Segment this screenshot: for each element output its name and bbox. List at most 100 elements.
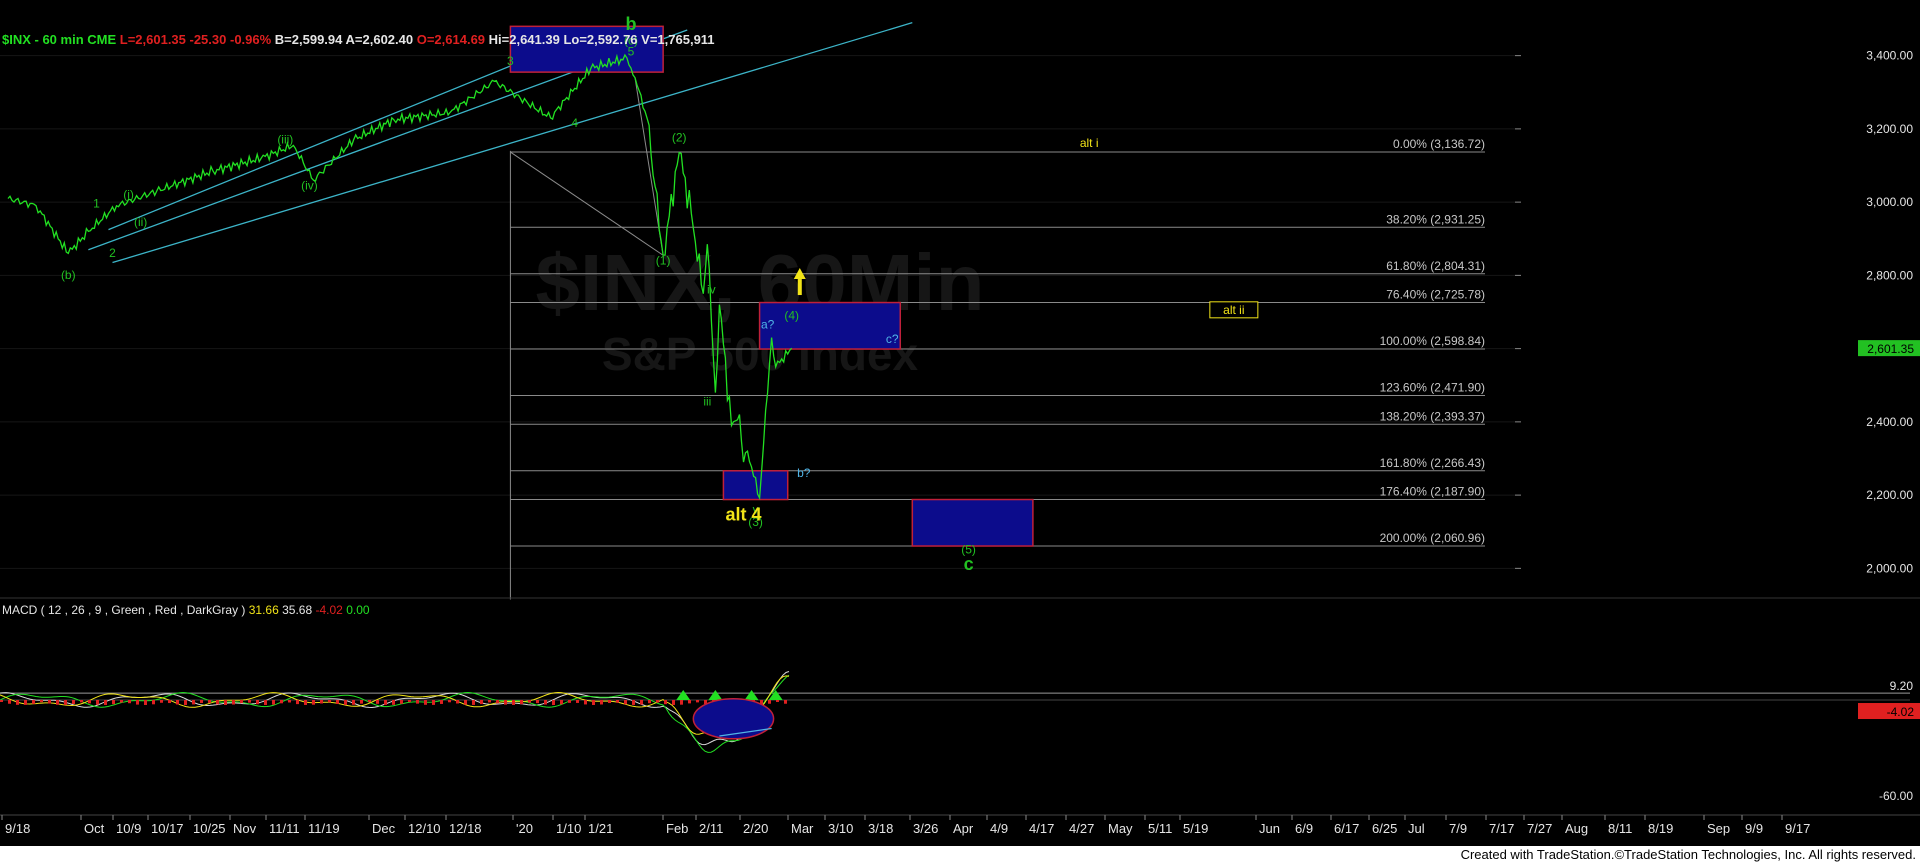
y-tick-label: 2,000.00 [1866, 561, 1913, 575]
fib-level-label: 76.40% (2,725.78) [1386, 288, 1485, 302]
y-tick-label: 2,400.00 [1866, 415, 1913, 429]
x-tick-label: 8/11 [1608, 821, 1632, 836]
x-tick-label: 5/11 [1148, 821, 1172, 836]
macd-histogram-bar [408, 700, 411, 703]
macd-legend: MACD ( 12 , 26 , 9 , Green , Red , DarkG… [2, 603, 370, 617]
price-chart[interactable]: $INX, 60MinS&P 500 Index0.00% (3,136.72)… [0, 0, 1920, 846]
macd-histogram-bar [152, 700, 155, 705]
wave-label: alt ii [1223, 303, 1244, 317]
macd-value-tag-text: -4.02 [1887, 705, 1915, 719]
header-field: -25.30 [190, 32, 230, 47]
macd-histogram-bar [344, 700, 347, 705]
macd-histogram-bar [616, 700, 619, 703]
macd-histogram-bar [576, 700, 579, 703]
macd-histogram-bar [696, 700, 699, 703]
wave-label: (iii) [277, 133, 293, 147]
wave-label: a? [761, 317, 775, 331]
x-tick-label: 2/11 [699, 821, 723, 836]
macd-histogram-bar [168, 700, 171, 704]
macd-histogram-bar [296, 700, 299, 705]
macd-histogram-bar [80, 700, 83, 703]
x-tick-label: Nov [233, 821, 257, 836]
y-tick-label: 3,000.00 [1866, 195, 1913, 209]
macd-histogram-bar [360, 700, 363, 704]
x-tick-label: Dec [372, 821, 396, 836]
wave-label: (2) [672, 131, 687, 145]
fib-level-label: 200.00% (2,060.96) [1380, 531, 1485, 545]
x-tick-label: 6/25 [1372, 821, 1397, 836]
x-tick-label: 8/19 [1648, 821, 1673, 836]
x-tick-label: 1/21 [588, 821, 613, 836]
macd-histogram-bar [520, 700, 523, 705]
x-tick-label: 7/9 [1449, 821, 1467, 836]
macd-histogram-bar [312, 700, 315, 705]
low-box [722, 470, 789, 501]
header-field: Hi=2,641.39 [489, 32, 564, 47]
macd-histogram-bar [776, 700, 779, 703]
fib-level-label: 0.00% (3,136.72) [1393, 137, 1485, 151]
x-tick-label: 7/17 [1489, 821, 1514, 836]
macd-histogram-bar [368, 700, 371, 703]
macd-histogram-bar [328, 700, 331, 703]
wave-label: 2 [109, 246, 116, 260]
macd-histogram-bar [248, 700, 251, 703]
macd-histogram-bar [384, 700, 387, 705]
macd-histogram-bar [656, 700, 659, 703]
x-tick-label: 6/17 [1334, 821, 1359, 836]
fib-level-label: 138.20% (2,393.37) [1380, 409, 1485, 423]
x-tick-label: 11/11 [269, 821, 300, 836]
x-tick-label: 9/9 [1745, 821, 1763, 836]
wave-label: (4) [784, 308, 799, 322]
x-tick-label: 6/9 [1295, 821, 1313, 836]
wave-label: (b) [61, 268, 76, 282]
macd-histogram-bar [416, 700, 419, 704]
macd-histogram-bar [424, 700, 427, 705]
macd-histogram-bar [600, 700, 603, 705]
wave-label: (i) [123, 187, 134, 201]
wave-label: (1) [656, 253, 671, 267]
wave-label: iii [703, 394, 711, 408]
macd-histogram-bar [528, 700, 531, 703]
up-arrow-shaft [797, 279, 802, 296]
wave-label: c? [886, 332, 899, 346]
macd-histogram-bar [680, 700, 683, 705]
macd-histogram-bar [64, 700, 67, 705]
wave-label: alt i [1080, 136, 1099, 150]
macd-histogram-bar [440, 700, 443, 704]
macd-histogram-bar [304, 700, 307, 705]
x-tick-label: 10/17 [151, 821, 184, 836]
wave-label: 3 [507, 54, 514, 68]
y-tick-label: 2,200.00 [1866, 488, 1913, 502]
macd-histogram-bar [96, 700, 99, 705]
x-tick-label: 4/17 [1029, 821, 1054, 836]
fib-level-label: 38.20% (2,931.25) [1386, 212, 1485, 226]
macd-histogram-bar [160, 700, 163, 703]
x-tick-label: Jun [1259, 821, 1280, 836]
macd-histogram-bar [232, 700, 235, 705]
macd-histogram-bar [264, 700, 267, 705]
x-tick-label: 5/19 [1183, 821, 1208, 836]
x-tick-label: 1/10 [556, 821, 581, 836]
macd-histogram-bar [104, 700, 107, 705]
macd-histogram-bar [472, 700, 475, 705]
x-tick-label: Sep [1707, 821, 1730, 836]
x-tick-label: 10/25 [193, 821, 226, 836]
header-field: A=2,602.40 [346, 32, 417, 47]
macd-histogram-bar [320, 700, 323, 704]
macd-legend-part: 0.00 [346, 603, 370, 617]
x-tick-label: Aug [1565, 821, 1588, 836]
header-field: O=2,614.69 [417, 32, 489, 47]
x-tick-label: Feb [666, 821, 688, 836]
fib-level-label: 61.80% (2,804.31) [1386, 259, 1485, 273]
macd-histogram-bar [136, 700, 139, 705]
macd-histogram-bar [544, 700, 547, 705]
macd-histogram-bar [48, 700, 51, 704]
divergence-ellipse [692, 698, 775, 740]
macd-histogram-bar [336, 700, 339, 704]
chart-window: $INX, 60Min S&P 500 Index 0.00% (3,136.72)… [0, 0, 1920, 863]
x-tick-label: Mar [791, 821, 814, 836]
macd-histogram-bar [392, 700, 395, 705]
last-price-value: 2,601.35 [1867, 342, 1914, 356]
macd-histogram-bar [352, 700, 355, 705]
macd-histogram-bar [184, 700, 187, 705]
